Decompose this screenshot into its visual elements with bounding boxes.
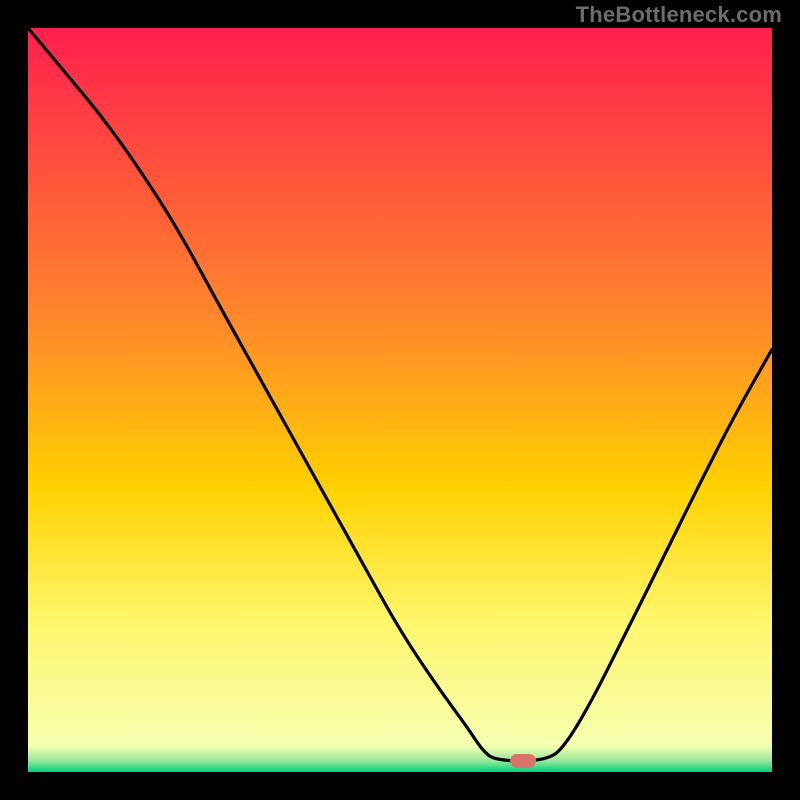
plot-area — [28, 28, 772, 772]
watermark-label: TheBottleneck.com — [576, 2, 782, 28]
bottleneck-curve — [28, 28, 772, 772]
chart-stage: TheBottleneck.com — [0, 0, 800, 800]
optimal-marker — [510, 754, 536, 768]
